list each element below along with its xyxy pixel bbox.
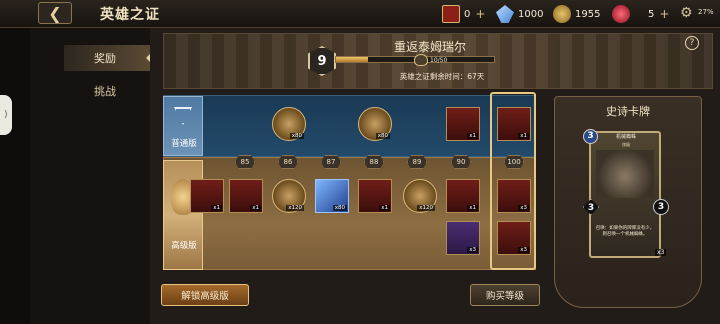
card-cost: 3 <box>583 129 598 144</box>
reward-qty: x120 <box>417 205 435 211</box>
premium-track-row <box>163 157 536 270</box>
battery-indicator: 27% <box>698 8 714 16</box>
gold-count: 1955 <box>575 8 601 20</box>
premium-tier-text: 高级版 <box>171 241 197 251</box>
selected-level-highlight <box>490 92 536 270</box>
progress-text: 10/50 <box>430 57 448 64</box>
side-handle[interactable]: ⟩ <box>0 95 12 135</box>
level-number: 86 <box>278 155 298 169</box>
card-text: 召唤：如果你的牌库没有少，则召唤一个机械蜘蛛。 <box>595 226 655 237</box>
reward-qty: x80 <box>375 133 390 139</box>
premium-tier-label: 高级版 <box>163 160 203 270</box>
level-number: 88 <box>364 155 384 169</box>
nav-item-reward[interactable]: 奖励 <box>64 45 150 71</box>
reward-card-pack[interactable]: x1 <box>190 179 224 213</box>
reward-card-pack[interactable]: x1 <box>446 107 480 141</box>
reward-qty: x80 <box>332 205 347 211</box>
crest-icon <box>414 54 428 66</box>
level-number: 85 <box>235 155 255 169</box>
gold-coin-icon <box>553 5 571 23</box>
normal-tier-icon <box>174 107 192 125</box>
left-nav <box>30 28 150 324</box>
crystal-count: 1000 <box>518 8 544 20</box>
normal-track-row <box>163 95 536 157</box>
reward-coin[interactable]: x120 <box>272 179 306 213</box>
add-ticket-icon[interactable]: + <box>475 7 485 21</box>
crystal-resource[interactable]: 1000 <box>496 4 543 24</box>
card-name: 机械蜘蛛 <box>615 134 636 140</box>
event-name: 重返泰姆瑞尔 <box>393 40 466 54</box>
ruby-resource[interactable]: 5 + <box>612 4 669 24</box>
help-icon[interactable]: ? <box>685 36 699 50</box>
level-number: 87 <box>321 155 341 169</box>
reward-qty: x3 <box>467 247 478 253</box>
ticket-resource[interactable]: 0 + <box>442 4 485 24</box>
gear-icon[interactable]: ⚙ <box>680 5 693 21</box>
reward-qty: x1 <box>467 133 478 139</box>
reward-gem[interactable]: x80 <box>315 179 349 213</box>
card-health: 3 <box>653 199 669 215</box>
normal-tier-label: 普通版 <box>163 96 203 156</box>
unlock-premium-button[interactable]: 解锁高级版 <box>161 284 249 306</box>
reward-qty: x1 <box>467 205 478 211</box>
back-arrow-icon[interactable]: ❮ <box>38 2 72 24</box>
card-artwork <box>596 150 654 198</box>
ruby-icon <box>612 5 630 23</box>
level-number: 90 <box>451 155 471 169</box>
ticket-icon <box>442 5 460 23</box>
crystal-icon <box>496 5 514 23</box>
reward-card-pack[interactable]: x1 <box>229 179 263 213</box>
reward-card-pack[interactable]: x1 <box>446 179 480 213</box>
ticket-count: 0 <box>464 8 471 20</box>
card-qty: x3 <box>655 249 667 256</box>
card-type: 傀儡 <box>622 142 630 147</box>
progress-fill <box>336 57 368 62</box>
nav-item-challenge[interactable]: 挑战 <box>64 78 150 104</box>
ruby-count: 5 <box>648 8 655 20</box>
reward-coin[interactable]: x80 <box>358 107 392 141</box>
reward-qty: x1 <box>211 205 222 211</box>
level-number: 89 <box>407 155 427 169</box>
add-ruby-icon[interactable]: + <box>659 7 669 21</box>
normal-tier-text: 普通版 <box>171 139 197 149</box>
reward-qty: x120 <box>286 205 304 211</box>
reward-coin[interactable]: x120 <box>403 179 437 213</box>
reward-coin[interactable]: x80 <box>272 107 306 141</box>
reward-card-pack-epic[interactable]: x3 <box>446 221 480 255</box>
reward-qty: x80 <box>289 133 304 139</box>
reward-card-pack[interactable]: x1 <box>358 179 392 213</box>
reward-qty: x1 <box>379 205 390 211</box>
gold-resource[interactable]: 1955 <box>553 4 600 24</box>
page-title: 英雄之证 <box>100 7 160 23</box>
epic-card-title: 史诗卡牌 <box>606 105 650 118</box>
buy-level-button[interactable]: 购买等级 <box>470 284 540 306</box>
reward-qty: x1 <box>250 205 261 211</box>
time-left-text: 英雄之证剩余时间：67天 <box>399 72 485 81</box>
